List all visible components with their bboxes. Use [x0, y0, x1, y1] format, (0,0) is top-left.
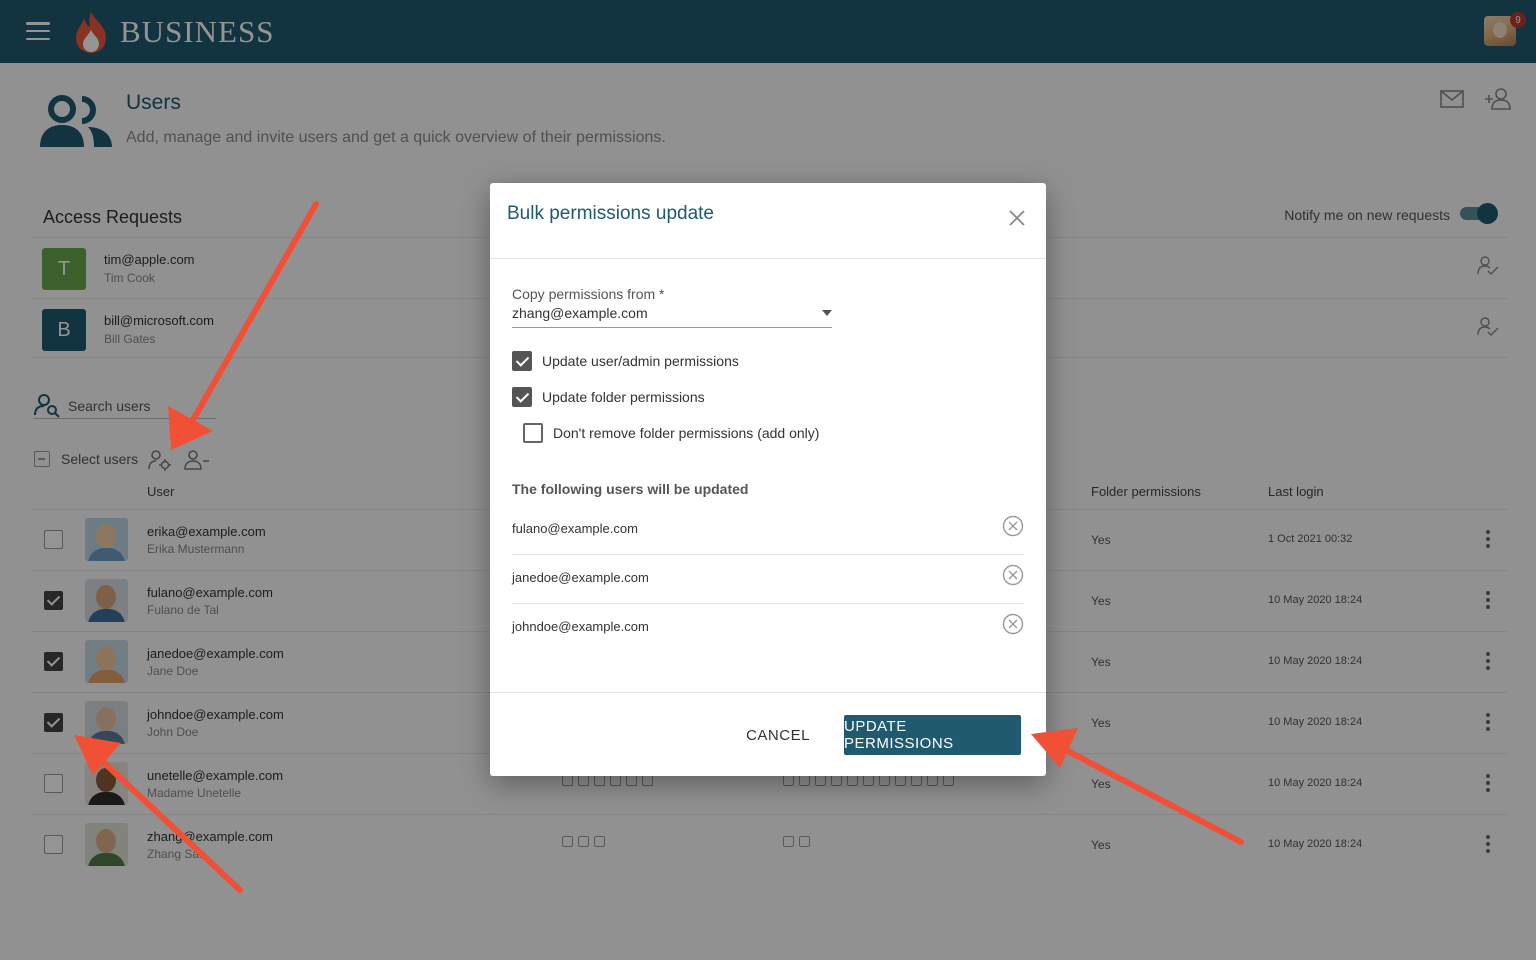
- list-item: johndoe@example.com: [512, 604, 1024, 653]
- copy-from-select[interactable]: zhang@example.com: [512, 304, 832, 328]
- users-list-heading: The following users will be updated: [512, 481, 749, 497]
- option-checkbox[interactable]: [512, 387, 532, 407]
- dialog-divider: [490, 692, 1046, 693]
- option-label: Update user/admin permissions: [542, 353, 739, 369]
- list-item-email: johndoe@example.com: [512, 619, 649, 634]
- list-item: janedoe@example.com: [512, 555, 1024, 604]
- list-item: fulano@example.com: [512, 506, 1024, 555]
- option-checkbox[interactable]: [523, 423, 543, 443]
- update-permissions-button[interactable]: UPDATE PERMISSIONS: [844, 715, 1021, 755]
- bulk-permissions-dialog: Bulk permissions update Copy permissions…: [490, 183, 1046, 776]
- option-label: Update folder permissions: [542, 389, 705, 405]
- list-item-email: janedoe@example.com: [512, 570, 649, 585]
- copy-from-value: zhang@example.com: [512, 305, 648, 321]
- remove-circle-icon[interactable]: [1002, 515, 1024, 537]
- dialog-title: Bulk permissions update: [507, 203, 714, 224]
- close-icon[interactable]: [1008, 209, 1026, 227]
- copy-from-label: Copy permissions from *: [512, 286, 665, 302]
- option-checkbox[interactable]: [512, 351, 532, 371]
- remove-circle-icon[interactable]: [1002, 564, 1024, 586]
- remove-circle-icon[interactable]: [1002, 613, 1024, 635]
- dialog-divider: [490, 258, 1046, 259]
- list-item-email: fulano@example.com: [512, 521, 638, 536]
- chevron-down-icon: [822, 310, 832, 316]
- option-label: Don't remove folder permissions (add onl…: [553, 425, 820, 441]
- cancel-button[interactable]: CANCEL: [736, 715, 820, 755]
